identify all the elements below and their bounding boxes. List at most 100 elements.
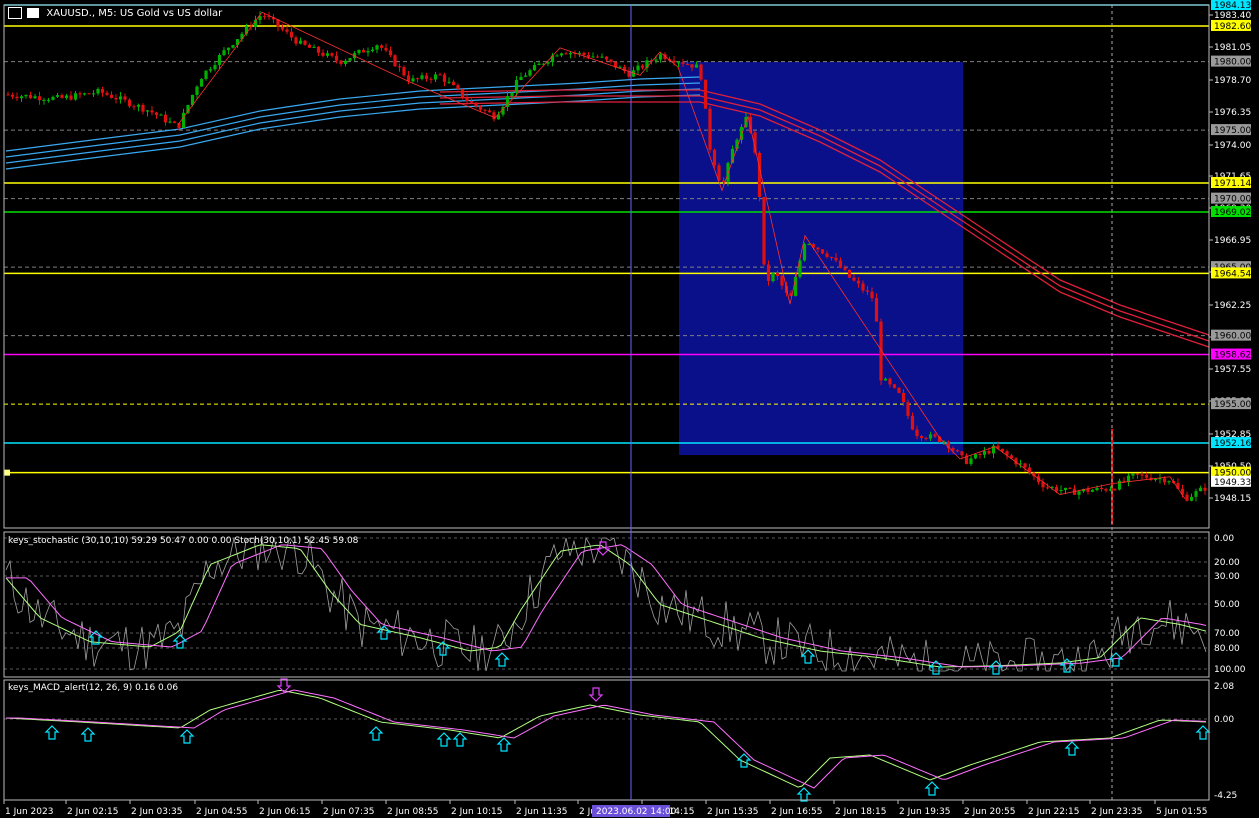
candle-body [55, 95, 60, 97]
candle-body [910, 415, 915, 430]
candle-body [1095, 487, 1099, 491]
candle-body [78, 93, 82, 95]
candle-body [1198, 487, 1203, 492]
candle-body [600, 56, 604, 58]
candle-body [451, 81, 456, 86]
candle-body [861, 283, 865, 291]
candle-body [60, 95, 64, 98]
candle-body [163, 114, 168, 123]
candle-body [712, 149, 717, 166]
candle-body [172, 121, 177, 124]
macd-axis-label: -4.25 [1214, 791, 1237, 801]
stoch-axis-label: 80.00 [1214, 644, 1240, 654]
candle-body [69, 95, 73, 100]
macd-axis-label: 0.00 [1214, 715, 1234, 725]
stoch-axis-label: 50.00 [1214, 600, 1240, 610]
time-tick-label: 2 Jun 10:15 [451, 807, 502, 817]
candle-body [429, 78, 433, 80]
candle-body [118, 96, 123, 100]
candle-body [343, 60, 348, 64]
candle-body [636, 65, 640, 71]
candle-body [708, 108, 712, 150]
candle-body [19, 96, 24, 99]
candle-body [1117, 480, 1122, 490]
candle-body [460, 89, 465, 98]
chart-header: XAUUSD., M5: US Gold vs US dollar [8, 7, 222, 19]
time-tick-label: 2 Jun 07:35 [323, 807, 374, 817]
candle-body [465, 97, 469, 102]
price-tick-label: 1981.05 [1214, 43, 1251, 53]
candle-body [564, 53, 568, 55]
chart-icon [8, 7, 22, 19]
candle-body [402, 67, 406, 76]
time-tick-label: 2 Jun 22:15 [1028, 807, 1079, 817]
candle-body [568, 53, 573, 55]
candle-body [87, 93, 91, 95]
candle-body [654, 59, 658, 61]
candle-body [1131, 473, 1135, 476]
candle-body [834, 257, 838, 261]
candle-body [312, 46, 316, 48]
candle-body [1189, 496, 1194, 501]
candle-body [123, 96, 127, 100]
candle-body [766, 264, 771, 281]
candle-body [199, 78, 204, 87]
candle-body [73, 93, 78, 100]
level-price-label: 1958.62 [1214, 351, 1251, 361]
candle-body [132, 106, 136, 108]
candle-body [1122, 480, 1126, 482]
candle-body [397, 66, 402, 68]
candle-body [361, 49, 366, 53]
candle-body [478, 106, 483, 110]
candle-body [973, 454, 978, 459]
candle-body [1000, 448, 1005, 452]
candle-body [42, 99, 46, 101]
candle-body [924, 438, 928, 440]
candle-body [519, 76, 523, 81]
candle-body [825, 253, 829, 257]
candle-body [91, 93, 96, 95]
time-tick-label: 2 Jun 02:15 [67, 807, 118, 817]
candle-body [721, 180, 726, 182]
candle-body [28, 94, 33, 99]
candle-body [127, 99, 132, 107]
time-tick-label: 2 Jun 04:55 [196, 807, 247, 817]
candle-body [676, 62, 681, 64]
candle-body [447, 81, 451, 83]
candle-body [1054, 487, 1059, 492]
time-tick-label: 2 Jun 03:35 [131, 807, 182, 817]
candle-body [510, 92, 514, 97]
time-tick-label: 2 Jun 20:55 [964, 807, 1015, 817]
zone-rectangle [679, 62, 963, 455]
trading-chart[interactable]: 1983.40 1981.05 1978.70 1976.35 1974.00 1971.… [0, 0, 1259, 818]
candle-body [114, 97, 118, 100]
candle-body [100, 88, 105, 93]
candle-body [321, 52, 325, 56]
candle-body [348, 58, 352, 61]
candle-body [870, 291, 874, 299]
candle-body [694, 64, 699, 68]
macd-header: keys_MACD_alert(12, 26, 9) 0.16 0.06 [8, 683, 179, 693]
candle-body [384, 47, 388, 51]
candle-body [951, 448, 955, 451]
candle-body [1077, 491, 1081, 495]
level-price-label: 1975.00 [1214, 126, 1251, 136]
candle-body [771, 273, 775, 281]
candle-body [217, 55, 222, 65]
candle-body [379, 45, 384, 48]
level-marker[interactable] [4, 469, 10, 476]
time-tick-label: 1 Jun 2023 [5, 807, 53, 817]
candle-body [807, 244, 811, 246]
candle-body [222, 50, 226, 56]
candle-body [411, 78, 415, 82]
candle-body [325, 53, 330, 56]
candle-body [775, 273, 780, 276]
candle-body [51, 96, 55, 100]
level-price-label: 1984.13 [1214, 1, 1251, 11]
candle-body [208, 69, 213, 71]
candle-body [1194, 491, 1198, 497]
level-price-label: 1971.14 [1214, 179, 1251, 189]
candle-body [307, 44, 312, 48]
price-tick-label: 1978.70 [1214, 76, 1251, 86]
candle-body [892, 384, 897, 388]
